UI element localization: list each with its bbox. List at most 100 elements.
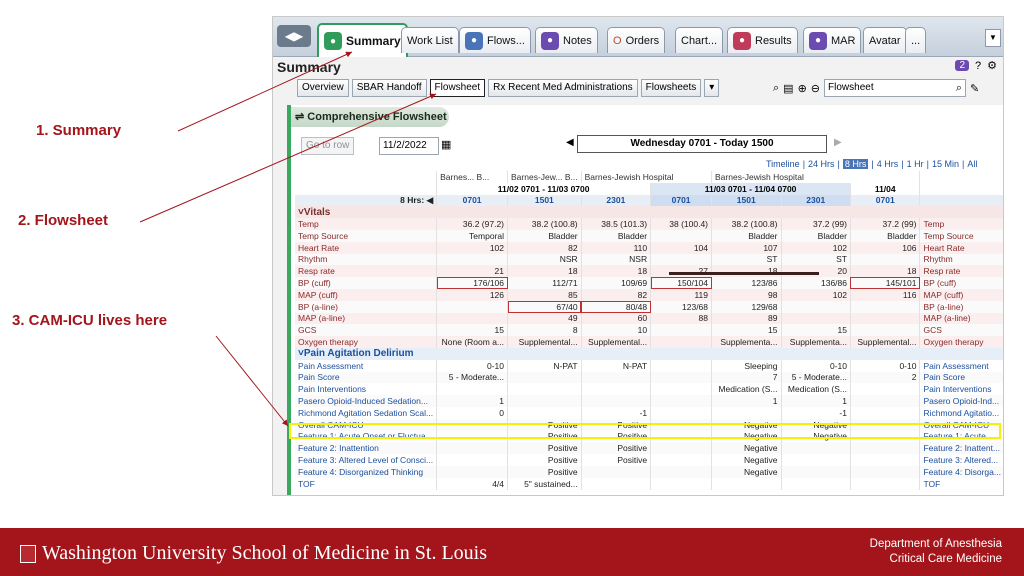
- row-label[interactable]: MAP (a-line): [295, 312, 438, 325]
- row-label[interactable]: Feature 2: Inattention: [295, 442, 438, 455]
- date-field[interactable]: 11/2/2022: [379, 137, 439, 155]
- table-cell[interactable]: [507, 371, 582, 384]
- table-cell[interactable]: 88: [650, 312, 713, 325]
- table-cell[interactable]: -1: [781, 406, 851, 419]
- table-cell[interactable]: 102: [781, 288, 851, 301]
- table-cell[interactable]: [650, 430, 713, 443]
- table-cell[interactable]: NSR: [581, 253, 652, 266]
- table-cell[interactable]: [581, 383, 652, 396]
- row-label[interactable]: Pasero Opioid-Induced Sedation...: [295, 395, 438, 407]
- section-title[interactable]: ˅Pain Agitation Delirium: [295, 347, 1003, 360]
- table-cell[interactable]: Negative: [781, 418, 851, 431]
- table-cell[interactable]: 145/101: [850, 277, 921, 289]
- row-label[interactable]: Heart Rate: [295, 241, 438, 254]
- tab-orders[interactable]: O Orders: [607, 27, 666, 53]
- table-cell[interactable]: [650, 253, 713, 266]
- table-cell[interactable]: 15: [781, 324, 851, 337]
- table-cell[interactable]: [781, 454, 851, 466]
- table-cell[interactable]: Supplemental...: [581, 336, 652, 348]
- tab-mar[interactable]: ● MAR: [803, 27, 862, 53]
- table-cell[interactable]: 2: [850, 371, 921, 384]
- table-cell[interactable]: [711, 406, 782, 419]
- table-cell[interactable]: [850, 406, 921, 419]
- toolbar-menu-button[interactable]: ▼: [985, 29, 1001, 47]
- table-cell[interactable]: 38.5 (101.3): [581, 218, 652, 230]
- table-cell[interactable]: [650, 477, 713, 490]
- row-label[interactable]: Oxygen therapy: [295, 336, 438, 348]
- table-cell[interactable]: Positive: [507, 454, 582, 466]
- table-cell[interactable]: 38.2 (100.8): [711, 218, 782, 230]
- section-header[interactable]: ˅Pain Agitation Delirium: [295, 347, 1003, 360]
- time-column-header[interactable]: 0701: [850, 194, 921, 207]
- table-cell[interactable]: 123/86: [711, 277, 782, 289]
- table-cell[interactable]: Positive: [507, 442, 582, 455]
- subtab-flowsheet[interactable]: Flowsheet: [429, 79, 486, 97]
- timeline-option[interactable]: Timeline: [766, 159, 800, 169]
- table-cell[interactable]: 98: [711, 288, 782, 301]
- table-cell[interactable]: 82: [581, 288, 652, 301]
- table-cell[interactable]: 80/48: [581, 300, 652, 313]
- table-cell[interactable]: 136/86: [781, 277, 851, 289]
- table-cell[interactable]: 38.2 (100.8): [507, 218, 582, 230]
- row-label[interactable]: Feature 3: Altered Level of Consci...: [295, 454, 438, 466]
- table-cell[interactable]: 5 - Moderate...: [436, 371, 509, 384]
- table-cell[interactable]: Supplementa...: [711, 336, 782, 348]
- table-cell[interactable]: Bladder: [781, 229, 851, 242]
- table-cell[interactable]: Positive: [581, 454, 652, 466]
- table-cell[interactable]: 82: [507, 241, 582, 254]
- timeline-option[interactable]: 15 Min: [932, 159, 959, 169]
- table-cell[interactable]: Negative: [711, 418, 782, 431]
- table-cell[interactable]: [781, 300, 851, 313]
- table-cell[interactable]: 129/68: [711, 300, 782, 313]
- table-cell[interactable]: Positive: [507, 465, 582, 478]
- row-label[interactable]: Overall CAM-ICU: [295, 418, 438, 431]
- table-cell[interactable]: 119: [650, 288, 713, 301]
- table-cell[interactable]: [850, 300, 921, 313]
- zoom-out-icon[interactable]: ⊖: [811, 82, 820, 95]
- table-cell[interactable]: Bladder: [850, 229, 921, 242]
- prev-range-arrow[interactable]: ◀: [566, 137, 574, 148]
- table-cell[interactable]: 123/68: [650, 300, 713, 313]
- table-cell[interactable]: [850, 477, 921, 490]
- table-cell[interactable]: [650, 383, 713, 396]
- table-cell[interactable]: [436, 300, 509, 313]
- table-cell[interactable]: ST: [711, 253, 782, 266]
- table-cell[interactable]: 37.2 (99): [850, 218, 921, 230]
- table-cell[interactable]: [581, 477, 652, 490]
- table-cell[interactable]: 8: [507, 324, 582, 337]
- search-input[interactable]: Flowsheet ⌕: [824, 79, 967, 97]
- table-cell[interactable]: 5 - Moderate...: [781, 371, 851, 384]
- table-cell[interactable]: [436, 430, 509, 443]
- table-cell[interactable]: 38 (100.4): [650, 218, 713, 230]
- table-cell[interactable]: [581, 371, 652, 384]
- table-cell[interactable]: 4/4: [436, 477, 509, 490]
- table-cell[interactable]: [436, 383, 509, 396]
- search-icon[interactable]: ⌕: [956, 80, 962, 96]
- table-cell[interactable]: Positive: [581, 418, 652, 431]
- table-cell[interactable]: 21: [436, 265, 509, 278]
- table-cell[interactable]: Negative: [711, 442, 782, 455]
- time-column-header[interactable]: 2301: [581, 194, 652, 207]
- table-cell[interactable]: Positive: [581, 442, 652, 455]
- subtab-more-dropdown[interactable]: ▾: [704, 79, 720, 97]
- table-cell[interactable]: [436, 454, 509, 466]
- gear-icon[interactable]: ⚙: [987, 59, 997, 72]
- table-cell[interactable]: 10: [581, 324, 652, 337]
- row-label[interactable]: TOF: [295, 477, 438, 490]
- row-label[interactable]: Temp: [295, 218, 438, 230]
- table-cell[interactable]: 89: [711, 312, 782, 325]
- table-cell[interactable]: Bladder: [581, 229, 652, 242]
- table-cell[interactable]: 5" sustained...: [507, 477, 582, 490]
- table-cell[interactable]: 85: [507, 288, 582, 301]
- table-cell[interactable]: 112/71: [507, 277, 582, 289]
- notification-badge[interactable]: 2: [955, 60, 969, 71]
- row-label[interactable]: MAP (cuff): [295, 288, 438, 301]
- table-cell[interactable]: 150/104: [650, 277, 713, 289]
- table-cell[interactable]: [581, 395, 652, 407]
- table-cell[interactable]: Negative: [711, 465, 782, 478]
- table-cell[interactable]: [507, 395, 582, 407]
- table-cell[interactable]: [650, 465, 713, 478]
- table-cell[interactable]: N-PAT: [507, 359, 582, 372]
- calendar-icon[interactable]: ▦: [441, 138, 451, 151]
- table-cell[interactable]: [711, 477, 782, 490]
